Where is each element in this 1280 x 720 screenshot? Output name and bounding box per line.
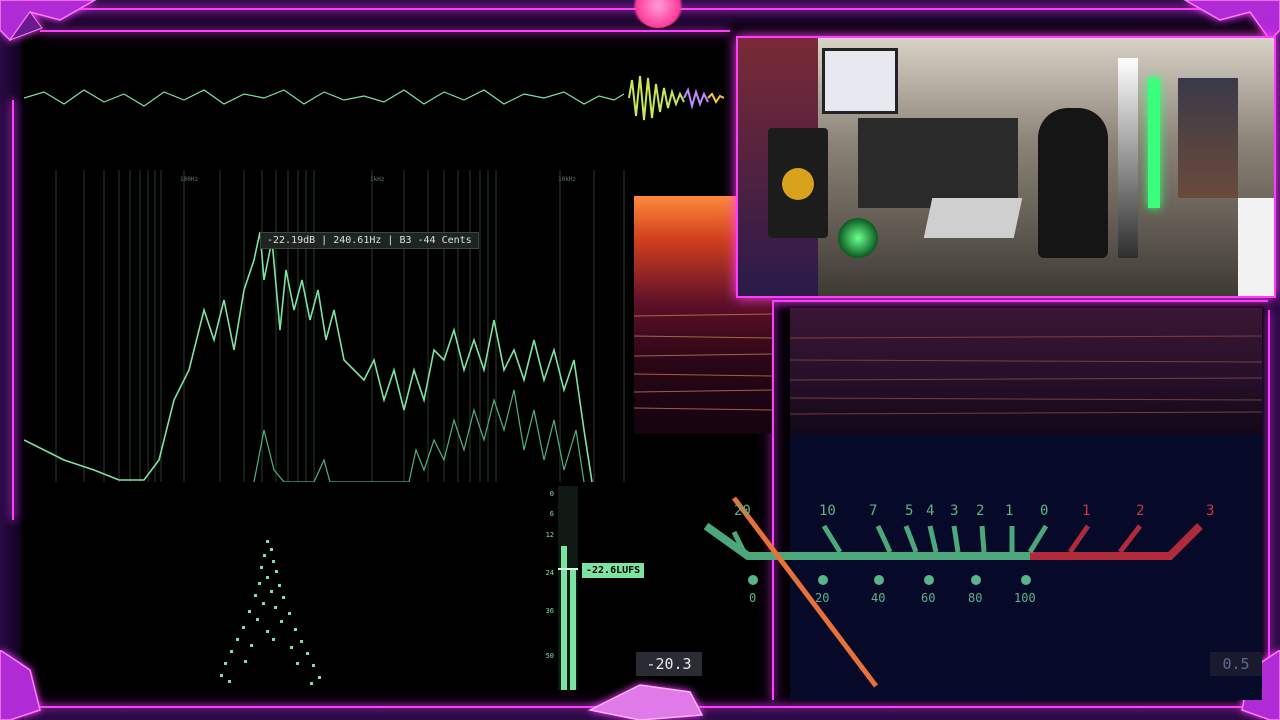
spectrogram-right-streaks [789, 335, 1263, 415]
webcam-person [1038, 108, 1108, 258]
webcam-pole [1118, 58, 1138, 258]
vu-scale-percent: 20 [815, 591, 830, 605]
webcam-desk-gear [858, 118, 1018, 208]
meter-tick: 6 [549, 510, 554, 518]
vu-dot [1021, 575, 1031, 585]
meter-bar-right [570, 570, 576, 690]
vu-scale-db: 1 [1082, 503, 1091, 519]
corner-crystal-bottom-left [0, 650, 41, 720]
neon-line-left [12, 100, 14, 520]
spectrum-curve [24, 231, 593, 482]
vu-scale-percent: 40 [871, 591, 886, 605]
vu-scale-db: 1 [1005, 503, 1014, 519]
scope-points [220, 540, 321, 685]
spectrum-analyzer [24, 170, 625, 482]
meter-tick: 12 [545, 531, 554, 539]
webcam-shelf [1238, 198, 1274, 296]
meter-peak-marker [558, 568, 578, 570]
vu-scale-db: 3 [950, 503, 959, 519]
vu-dot [874, 575, 884, 585]
meter-tick: 50 [545, 652, 554, 660]
vu-scale-percent: 0 [749, 591, 757, 605]
stereo-vectorscope [220, 540, 321, 685]
vu-dot [971, 575, 981, 585]
webcam-speaker [768, 128, 828, 238]
meter-tick: 0 [549, 490, 554, 498]
loudness-meter: 0 6 12 24 36 50 [536, 486, 636, 692]
waveform-display [24, 75, 724, 121]
freq-label-100hz: 100Hz [180, 176, 199, 183]
spectrum-curve-secondary [253, 389, 585, 482]
vu-scale-db: 2 [976, 503, 985, 519]
neon-line-inner-top [40, 30, 730, 32]
vu-scale-percent: 100 [1014, 591, 1036, 605]
neon-divider-horizontal [772, 300, 1268, 302]
lufs-badge: -22.6LUFS [582, 563, 645, 578]
webcam-led-strip [1148, 78, 1160, 208]
vu-scale-db: 4 [926, 503, 935, 519]
corner-crystal-top-left [0, 0, 97, 42]
spectrogram-right [789, 308, 1263, 434]
freq-label-1khz: 1kHz [370, 176, 385, 183]
vu-scale-db: 20 [734, 503, 751, 519]
vu-dot [818, 575, 828, 585]
vu-dot [924, 575, 934, 585]
vu-readout: 0.5 [1210, 652, 1262, 676]
spectrum-peak-tooltip: -22.19dB | 240.61Hz | B3 -44 Cents [260, 232, 479, 249]
vu-scale-db: 5 [905, 503, 914, 519]
vu-dot [748, 575, 758, 585]
webcam-monitor [822, 48, 898, 114]
vu-scale-percent: 80 [968, 591, 983, 605]
webcam-feed [736, 36, 1276, 298]
neon-line-right [1268, 310, 1270, 690]
vu-scale-db: 10 [819, 503, 836, 519]
freq-label-10khz: 10kHz [558, 176, 577, 183]
webcam-wall-posters [1178, 78, 1238, 198]
webcam-keyboard [923, 198, 1023, 238]
vu-scale-db: 3 [1206, 503, 1215, 519]
vu-scale-percent: 60 [921, 591, 936, 605]
vu-scale-db: 2 [1136, 503, 1145, 519]
webcam-green-light [838, 218, 878, 258]
loudness-readout: -20.3 [636, 652, 702, 676]
meter-tick: 24 [545, 569, 554, 577]
vu-scale-db: 0 [1040, 503, 1049, 519]
vu-scale-db: 7 [869, 503, 878, 519]
meter-tick: 36 [545, 607, 554, 615]
